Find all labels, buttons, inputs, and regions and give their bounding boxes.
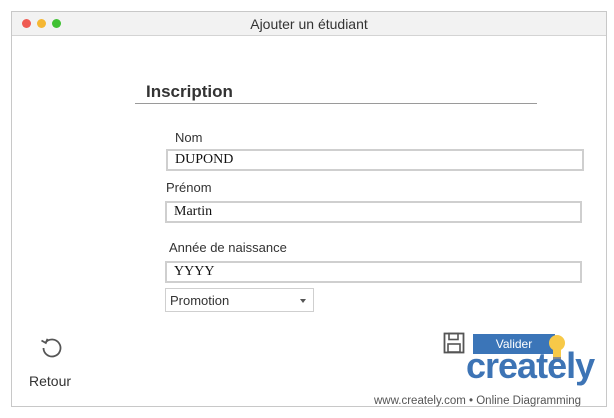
refresh-icon [41,338,62,358]
section-title: Inscription [146,82,233,101]
promotion-select-value: Promotion [170,293,230,308]
watermark-tagline: www.creately.com • Online Diagramming [374,395,582,407]
floppy-disk-icon[interactable] [443,332,465,354]
naissance-label: Année de naissance [169,240,287,255]
title-bar: Ajouter un étudiant [12,12,606,36]
window-title: Ajouter un étudiant [250,16,368,32]
prenom-label: Prénom [166,180,212,195]
nom-field[interactable]: DUPOND [166,149,584,171]
chevron-down-icon [300,299,306,303]
back-button[interactable]: Retour [28,333,76,393]
creately-logo: creately [466,345,595,386]
naissance-field[interactable]: YYYY [165,261,582,283]
prenom-field[interactable]: Martin [165,201,582,223]
back-button-label: Retour [29,373,72,389]
section-divider [135,103,537,104]
promotion-select[interactable]: Promotion [165,288,314,312]
nom-label: Nom [175,130,203,145]
